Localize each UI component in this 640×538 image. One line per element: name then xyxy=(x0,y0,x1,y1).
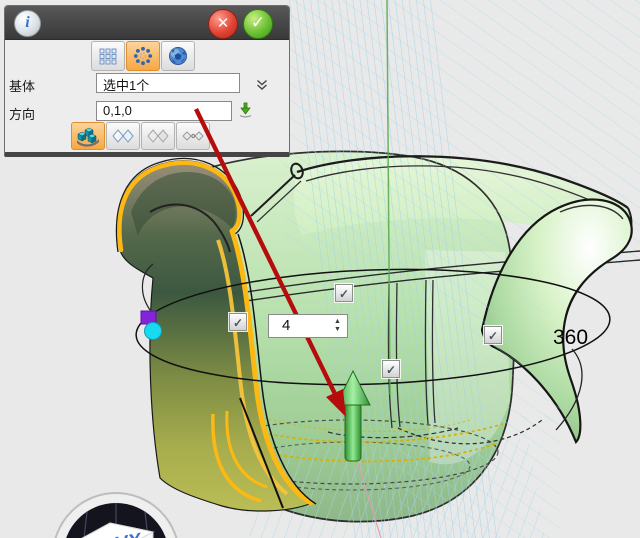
base-field-label: 基体 xyxy=(9,76,35,95)
chevron-double-down-icon xyxy=(256,79,268,90)
spin-up-button[interactable]: ▲ xyxy=(334,318,341,326)
grid-pattern-icon xyxy=(97,46,119,66)
expand-button[interactable] xyxy=(256,77,268,95)
checkmark-icon: ✓ xyxy=(386,363,396,377)
pick-direction-button[interactable] xyxy=(238,102,253,123)
info-icon[interactable]: i xyxy=(14,10,41,37)
pattern-mirror-button[interactable] xyxy=(106,122,140,150)
checkmark-icon: ✓ xyxy=(339,287,349,301)
diamonds-gray-icon xyxy=(147,127,169,145)
linear-pattern-button[interactable] xyxy=(91,41,125,71)
circular-pattern-icon xyxy=(132,46,154,66)
pattern-instance-checkbox[interactable]: ✓ xyxy=(229,313,247,331)
checkmark-icon: ✓ xyxy=(488,329,498,343)
base-selection-field[interactable]: 选中1个 xyxy=(96,73,240,93)
confirm-button[interactable]: ✓ xyxy=(243,9,273,39)
pattern-count-value[interactable]: 4 xyxy=(269,315,330,337)
origin-handle[interactable] xyxy=(145,323,162,340)
circular-pattern-button[interactable] xyxy=(126,41,160,71)
pattern-geometry-button[interactable] xyxy=(71,122,105,150)
diamonds-icon xyxy=(112,127,134,145)
sphere-pattern-icon xyxy=(167,46,189,66)
brand-logo: VX xyxy=(53,493,179,538)
pattern-angle-label[interactable]: 360 xyxy=(553,326,588,350)
checkmark-icon: ✓ xyxy=(233,316,243,330)
pattern-option-gray-button[interactable] xyxy=(141,122,175,150)
direction-vector-field[interactable]: 0,1,0 xyxy=(96,101,232,121)
pattern-instance-checkbox[interactable]: ✓ xyxy=(335,284,353,302)
cancel-button[interactable]: ✕ xyxy=(208,9,238,39)
pattern-count-spinner[interactable]: 4 ▲ ▼ xyxy=(268,314,348,338)
pattern-instance-checkbox[interactable]: ✓ xyxy=(484,326,502,344)
pattern-option-swap-button[interactable] xyxy=(176,122,210,150)
pattern-cubes-icon xyxy=(76,126,100,147)
diamonds-arrows-icon xyxy=(182,127,204,145)
pattern-options-toolbar xyxy=(71,122,211,150)
spin-down-button[interactable]: ▼ xyxy=(334,326,341,334)
circular-pattern-dialog: i ✕ ✓ xyxy=(4,5,290,157)
pattern-instance-checkbox[interactable]: ✓ xyxy=(382,360,400,378)
viewport-3d[interactable]: VX ✓ ✓ ✓ ✓ 4 ▲ ▼ 360 i ✕ ✓ xyxy=(0,0,640,538)
pattern-type-toolbar xyxy=(91,41,196,71)
direction-field-label: 方向 xyxy=(9,104,35,123)
sphere-pattern-button[interactable] xyxy=(161,41,195,71)
green-pick-arrow-icon xyxy=(238,102,253,118)
